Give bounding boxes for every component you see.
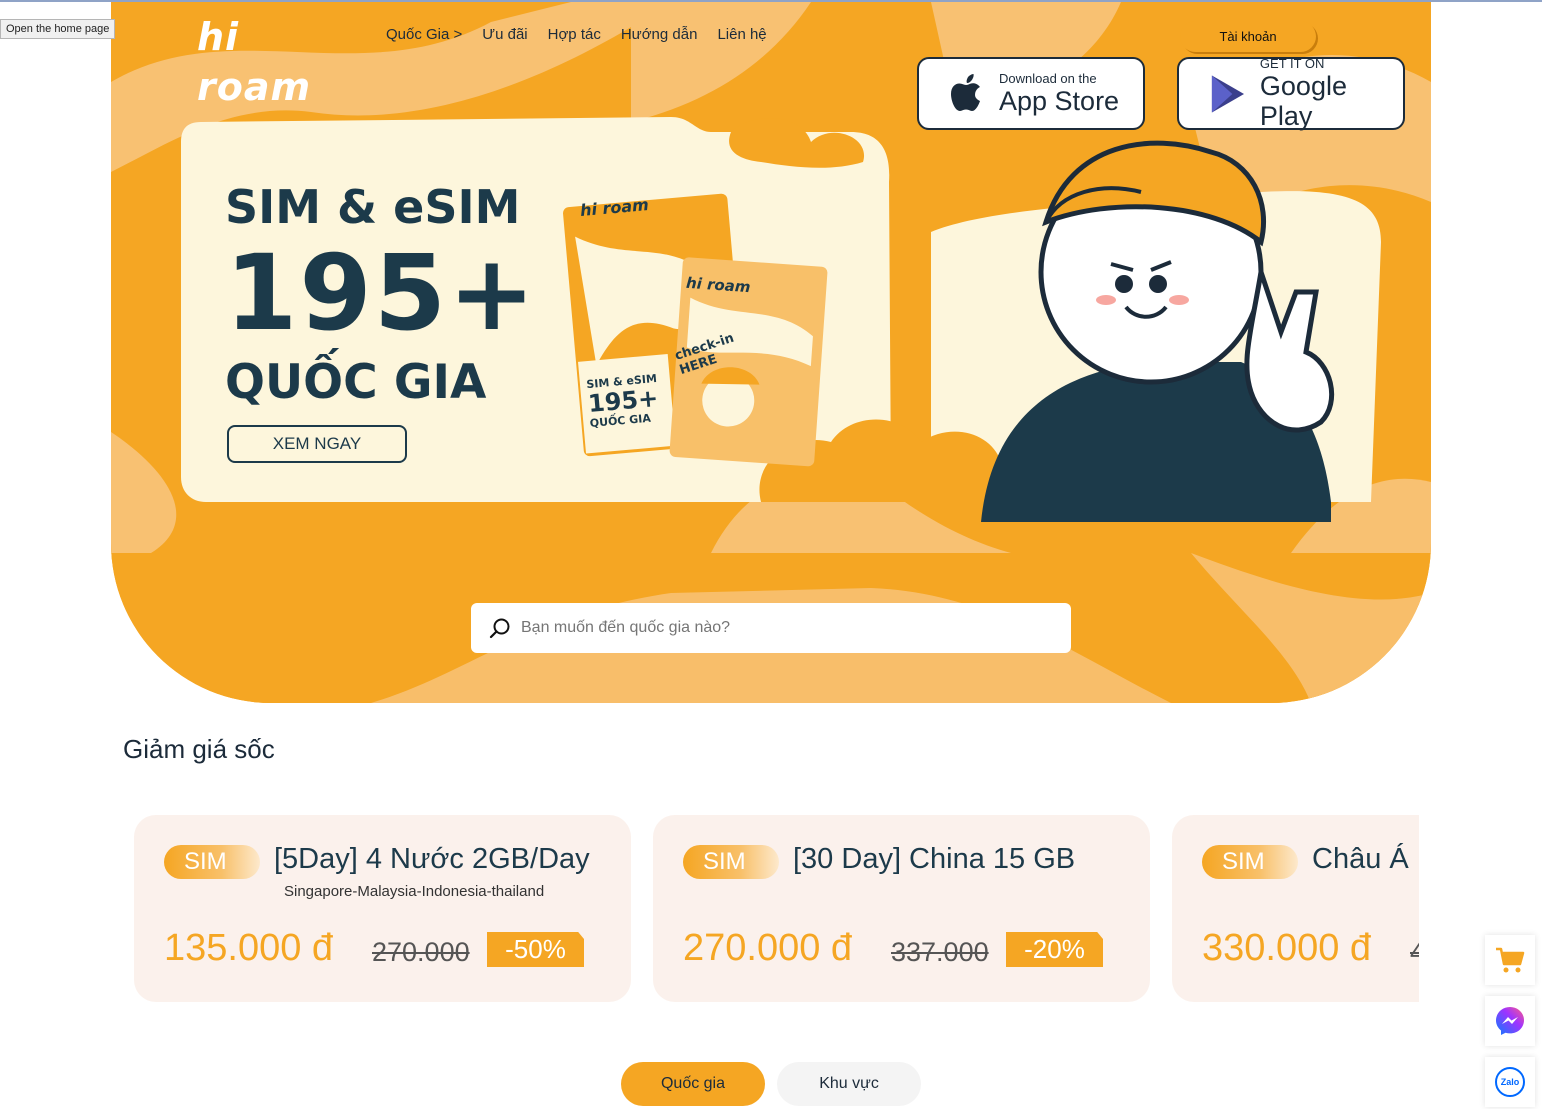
app-store-button[interactable]: Download on the App Store: [917, 57, 1145, 130]
deals-carousel: SIM [5Day] 4 Nước 2GB/Day Singapore-Mala…: [134, 815, 1419, 1003]
hero-line-count: 195+: [225, 232, 538, 354]
tab-regions[interactable]: Khu vực: [777, 1062, 921, 1106]
country-search-box[interactable]: [471, 603, 1071, 653]
google-play-button[interactable]: GET IT ON Google Play: [1177, 55, 1405, 131]
deal-card[interactable]: SIM Châu Á 330.000 đ 4: [1172, 815, 1419, 1002]
google-big-label: Google Play: [1259, 70, 1347, 131]
zalo-label: Zalo: [1501, 1077, 1520, 1087]
messenger-icon: [1496, 1007, 1524, 1035]
deal-old-price: 270.000: [372, 937, 470, 967]
apple-icon: [951, 73, 980, 111]
cart-icon: [1496, 947, 1525, 973]
nav-item-partnership[interactable]: Hợp tác: [548, 26, 601, 43]
home-tooltip: Open the home page: [0, 19, 116, 39]
deal-price: 330.000 đ: [1202, 927, 1372, 969]
deal-name: Châu Á: [1312, 843, 1409, 875]
deal-old-price: 4: [1410, 937, 1419, 967]
nav-item-countries[interactable]: Quốc Gia >: [386, 26, 462, 43]
deal-subtitle: Singapore-Malaysia-Indonesia-thailand: [284, 883, 545, 900]
zalo-icon: Zalo: [1495, 1067, 1525, 1097]
zalo-button[interactable]: Zalo: [1485, 1057, 1535, 1107]
sim-tag: SIM: [1202, 845, 1298, 879]
deal-name: [30 Day] China 15 GB: [793, 843, 1076, 875]
hero-line-countries: QUỐC GIA: [225, 355, 487, 410]
nav-item-offers[interactable]: Ưu đãi: [482, 26, 527, 43]
deal-name: [5Day] 4 Nước 2GB/Day: [274, 843, 590, 875]
account-button[interactable]: Tài khoản: [1180, 21, 1316, 52]
view-now-button[interactable]: XEM NGAY: [227, 425, 407, 463]
deal-old-price: 337.000: [891, 937, 989, 967]
deal-discount-badge: -50%: [487, 932, 584, 967]
deal-price: 135.000 đ: [164, 927, 334, 969]
location-tabs: Quốc gia Khu vực: [621, 1062, 921, 1106]
tab-countries[interactable]: Quốc gia: [621, 1062, 765, 1106]
deal-price: 270.000 đ: [683, 927, 853, 969]
hero-line-sim-esim: SIM & eSIM: [225, 180, 521, 234]
main-nav: Quốc Gia > Ưu đãi Hợp tác Hướng dẫn Liên…: [386, 26, 767, 43]
messenger-button[interactable]: [1485, 996, 1535, 1046]
appstore-big-label: App Store: [999, 85, 1120, 116]
nav-item-contact[interactable]: Liên hệ: [717, 26, 766, 43]
deal-card[interactable]: SIM [5Day] 4 Nước 2GB/Day Singapore-Mala…: [134, 815, 631, 1002]
deals-section-title: Giảm giá sốc: [123, 734, 275, 764]
google-small-label: GET IT ON: [1259, 55, 1325, 71]
google-play-icon: [1211, 75, 1245, 112]
deal-card[interactable]: SIM [30 Day] China 15 GB 270.000 đ 337.0…: [653, 815, 1150, 1002]
sim-tag: SIM: [683, 845, 779, 879]
sim-tag: SIM: [164, 845, 260, 879]
cart-button[interactable]: [1485, 935, 1535, 985]
hiroam-logo[interactable]: hi roam: [197, 12, 347, 109]
nav-item-guide[interactable]: Hướng dẫn: [621, 26, 698, 43]
search-icon: [489, 618, 510, 639]
sim-card-small-text: SIM & eSIM 195+ QUỐC GIA: [586, 372, 661, 430]
deal-discount-badge: -20%: [1006, 932, 1103, 967]
appstore-small-label: Download on the: [999, 70, 1097, 86]
search-input[interactable]: [521, 619, 1041, 637]
